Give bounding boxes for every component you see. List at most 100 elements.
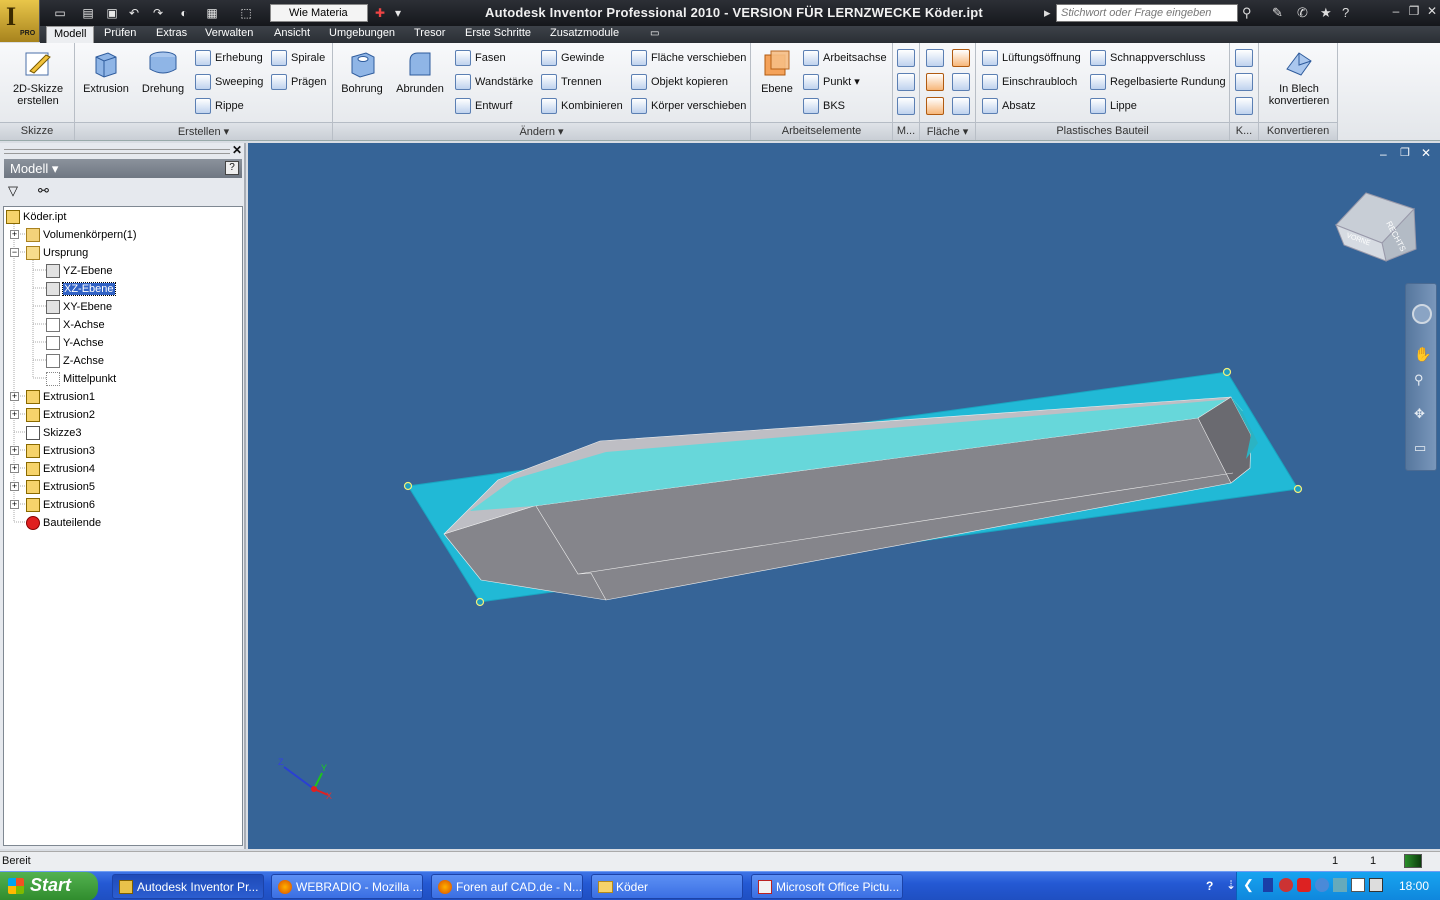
- boss-button[interactable]: Einschraubloch: [982, 73, 1077, 91]
- circ-pattern-icon[interactable]: [897, 73, 915, 91]
- tab-modell[interactable]: Modell: [46, 26, 95, 43]
- extrusion-button[interactable]: Extrusion: [81, 47, 131, 95]
- fillet-button[interactable]: Abrunden: [393, 47, 447, 95]
- tree-node[interactable]: Extrusion2: [26, 406, 95, 424]
- tray-app-5-icon[interactable]: [1333, 878, 1347, 892]
- zoom-icon[interactable]: ⚲: [1414, 372, 1424, 388]
- model-canvas[interactable]: RECHTS VORNE Z Y X: [248, 143, 1440, 849]
- help-tray-icon[interactable]: ?: [1206, 879, 1213, 893]
- undo-icon[interactable]: ↶: [126, 5, 142, 21]
- revolve-button[interactable]: Drehung: [137, 47, 189, 95]
- browser-close-icon[interactable]: ✕: [232, 143, 242, 157]
- help-icon[interactable]: ?: [1342, 5, 1349, 20]
- panel-title-k[interactable]: K...: [1230, 122, 1258, 140]
- chamfer-button[interactable]: Fasen: [455, 49, 506, 67]
- rest-button[interactable]: Absatz: [982, 97, 1036, 115]
- panel-title-m[interactable]: M...: [893, 122, 919, 140]
- save-icon[interactable]: ▣: [104, 5, 120, 21]
- tree-node[interactable]: YZ-Ebene: [46, 262, 113, 280]
- help-search-input[interactable]: Stichwort oder Frage eingeben: [1056, 4, 1238, 22]
- tab-erste-schritte[interactable]: Erste Schritte: [465, 26, 531, 43]
- tree-node[interactable]: Extrusion6: [26, 496, 95, 514]
- tree-node[interactable]: Extrusion4: [26, 460, 95, 478]
- language-tray-icon[interactable]: ⇣: [1226, 878, 1236, 892]
- expand-icon[interactable]: +: [10, 482, 19, 491]
- stitch-icon[interactable]: [926, 49, 944, 67]
- ribbon-minimize-icon[interactable]: ▭: [650, 28, 659, 39]
- task-inventor[interactable]: Autodesk Inventor Pr...: [112, 874, 264, 899]
- expand-icon[interactable]: +: [10, 410, 19, 419]
- emboss-button[interactable]: Prägen: [271, 73, 326, 91]
- filter-icon[interactable]: ▽: [8, 183, 18, 199]
- expand-icon[interactable]: +: [10, 230, 19, 239]
- tree-node[interactable]: Extrusion5: [26, 478, 95, 496]
- ucs-button[interactable]: BKS: [803, 97, 845, 115]
- rule-fillet-button[interactable]: Regelbasierte Rundung: [1090, 73, 1226, 91]
- tab-zusatzmodule[interactable]: Zusatzmodule: [550, 26, 619, 43]
- task-webradio[interactable]: WEBRADIO - Mozilla ...: [271, 874, 423, 899]
- tray-app-1-icon[interactable]: [1263, 878, 1273, 892]
- tab-umgebungen[interactable]: Umgebungen: [329, 26, 395, 43]
- qat-dropdown-icon[interactable]: ▾: [390, 5, 406, 21]
- browser-help-icon[interactable]: ?: [225, 161, 239, 175]
- expand-icon[interactable]: +: [10, 392, 19, 401]
- task-cad-foren[interactable]: Foren auf CAD.de - N...: [431, 874, 583, 899]
- start-button[interactable]: Start: [0, 872, 98, 900]
- tray-app-2-icon[interactable]: [1279, 878, 1293, 892]
- look-at-icon[interactable]: ▭: [1414, 440, 1426, 456]
- orbit-icon[interactable]: ✥: [1414, 406, 1425, 422]
- collapse-icon[interactable]: −: [10, 248, 19, 257]
- tree-node[interactable]: Extrusion3: [26, 442, 95, 460]
- find-icon[interactable]: ⚯: [38, 183, 49, 199]
- work-point-button[interactable]: Punkt ▾: [803, 73, 860, 91]
- project-icon[interactable]: ▦: [204, 5, 220, 21]
- pan-icon[interactable]: ✋: [1414, 346, 1431, 363]
- rect-pattern-icon[interactable]: [897, 49, 915, 67]
- trim-icon[interactable]: [952, 73, 970, 91]
- draft-button[interactable]: Entwurf: [455, 97, 512, 115]
- sweep-button[interactable]: Sweeping: [195, 73, 263, 91]
- close-icon[interactable]: ✕: [1424, 4, 1440, 20]
- tab-verwalten[interactable]: Verwalten: [205, 26, 253, 43]
- combine-button[interactable]: Kombinieren: [541, 97, 623, 115]
- thread-button[interactable]: Gewinde: [541, 49, 604, 67]
- tab-tresor[interactable]: Tresor: [414, 26, 445, 43]
- tab-extras[interactable]: Extras: [156, 26, 187, 43]
- tree-node[interactable]: Mittelpunkt: [46, 370, 116, 388]
- tree-node[interactable]: XZ-Ebene: [46, 280, 116, 298]
- delete-face-icon[interactable]: [952, 97, 970, 115]
- communication-icon[interactable]: ✆: [1297, 5, 1308, 21]
- tree-node[interactable]: Z-Achse: [46, 352, 104, 370]
- tree-node[interactable]: Extrusion1: [26, 388, 95, 406]
- tray-app-4-icon[interactable]: [1315, 878, 1329, 892]
- panel-title-erstellen[interactable]: Erstellen ▾: [75, 122, 332, 140]
- task-office-picture[interactable]: Microsoft Office Pictu...: [751, 874, 903, 899]
- tray-app-6-icon[interactable]: [1351, 878, 1365, 892]
- k-tool-2-icon[interactable]: [1235, 73, 1253, 91]
- open-icon[interactable]: ▤: [80, 5, 96, 21]
- k-tool-1-icon[interactable]: [1235, 49, 1253, 67]
- new-icon[interactable]: ▭: [52, 5, 68, 21]
- sketch-2d-button[interactable]: 2D-Skizze erstellen: [6, 47, 70, 107]
- binoculars-icon[interactable]: ⚲: [1242, 5, 1252, 21]
- convert-sheet-metal-button[interactable]: In Blech konvertieren: [1263, 47, 1335, 107]
- search-expand-icon[interactable]: ▸: [1044, 5, 1051, 21]
- mirror-icon[interactable]: [897, 97, 915, 115]
- copy-object-button[interactable]: Objekt kopieren: [631, 73, 728, 91]
- move-body-button[interactable]: Körper verschieben: [631, 97, 746, 115]
- work-plane-button[interactable]: Ebene: [757, 47, 797, 95]
- tree-node[interactable]: XY-Ebene: [46, 298, 112, 316]
- snap-fit-button[interactable]: Schnappverschluss: [1090, 49, 1205, 67]
- shell-button[interactable]: Wandstärke: [455, 73, 533, 91]
- k-tool-3-icon[interactable]: [1235, 97, 1253, 115]
- steering-wheel-icon[interactable]: [1412, 304, 1432, 324]
- redo-icon[interactable]: ↷: [150, 5, 166, 21]
- restore-icon[interactable]: ❐: [1406, 4, 1422, 20]
- tree-node[interactable]: Y-Achse: [46, 334, 104, 352]
- browser-grip[interactable]: [4, 149, 230, 154]
- expand-icon[interactable]: +: [10, 464, 19, 473]
- favorites-icon[interactable]: ★: [1320, 5, 1332, 21]
- tab-ansicht[interactable]: Ansicht: [274, 26, 310, 43]
- loft-button[interactable]: Erhebung: [195, 49, 263, 67]
- grill-button[interactable]: Lüftungsöffnung: [982, 49, 1081, 67]
